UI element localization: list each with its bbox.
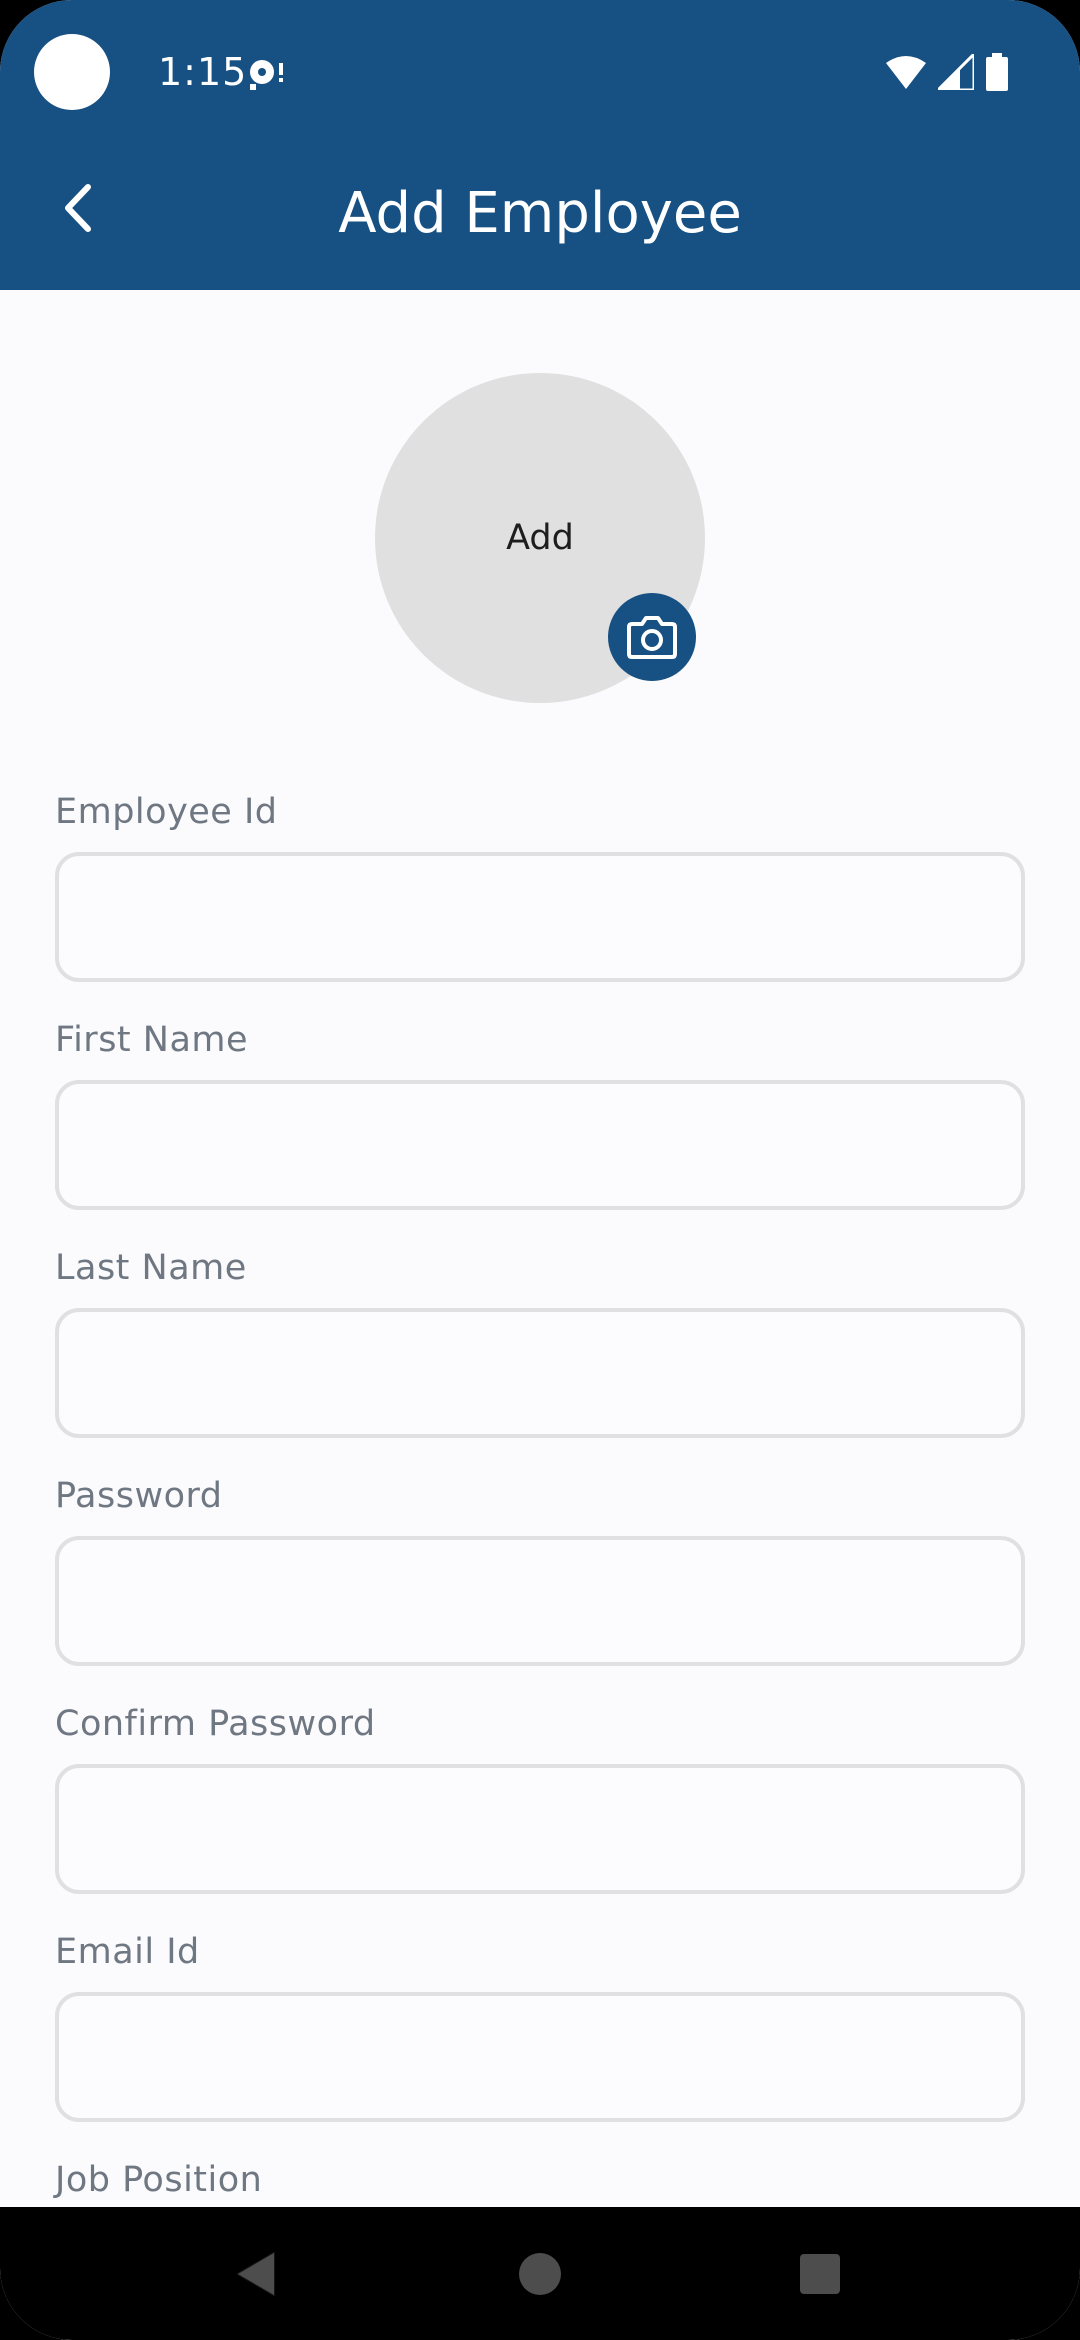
- status-time: 1:15: [158, 50, 248, 94]
- job-position-label: Job Position: [55, 2160, 263, 2200]
- cellular-signal-icon: [938, 54, 974, 90]
- page-title: Add Employee: [338, 181, 742, 246]
- notification-icon: [250, 60, 283, 90]
- camera-button[interactable]: [608, 593, 696, 681]
- nav-home-button[interactable]: [480, 2207, 600, 2340]
- circle-home-icon: [519, 2252, 561, 2295]
- field-first-name: First Name: [55, 1014, 1025, 1210]
- field-email-id: Email Id: [55, 1926, 1025, 2122]
- app-screen: 1:15 Add Employee Add Employee Id First …: [0, 0, 1080, 2340]
- first-name-input[interactable]: [55, 1080, 1025, 1210]
- first-name-label: First Name: [55, 1020, 249, 1060]
- camera-icon: [627, 616, 677, 659]
- status-icons: [886, 52, 1008, 92]
- last-name-label: Last Name: [55, 1248, 247, 1288]
- square-recents-icon: [800, 2253, 840, 2294]
- nav-back-button[interactable]: [196, 2207, 316, 2340]
- field-confirm-password: Confirm Password: [55, 1698, 1025, 1894]
- status-bar: 1:15: [0, 0, 1080, 140]
- confirm-password-label: Confirm Password: [55, 1704, 376, 1744]
- battery-icon: [986, 53, 1008, 91]
- password-label: Password: [55, 1476, 223, 1516]
- field-last-name: Last Name: [55, 1242, 1025, 1438]
- wifi-icon: [886, 56, 926, 89]
- last-name-input[interactable]: [55, 1308, 1025, 1438]
- field-password: Password: [55, 1470, 1025, 1666]
- employee-id-input[interactable]: [55, 852, 1025, 982]
- triangle-back-icon: [237, 2251, 275, 2296]
- avatar-picker: Add: [375, 373, 705, 703]
- employee-id-label: Employee Id: [55, 792, 278, 832]
- system-nav-bar: [0, 2207, 1080, 2340]
- nav-recents-button[interactable]: [760, 2207, 880, 2340]
- email-id-input[interactable]: [55, 1992, 1025, 2122]
- avatar-label: Add: [506, 518, 574, 558]
- field-employee-id: Employee Id: [55, 786, 1025, 982]
- password-input[interactable]: [55, 1536, 1025, 1666]
- email-id-label: Email Id: [55, 1932, 200, 1972]
- employee-form: Employee Id First Name Last Name Passwor…: [55, 786, 1025, 2340]
- confirm-password-input[interactable]: [55, 1764, 1025, 1894]
- front-camera-cutout: [34, 34, 110, 110]
- app-header: 1:15 Add Employee: [0, 0, 1080, 290]
